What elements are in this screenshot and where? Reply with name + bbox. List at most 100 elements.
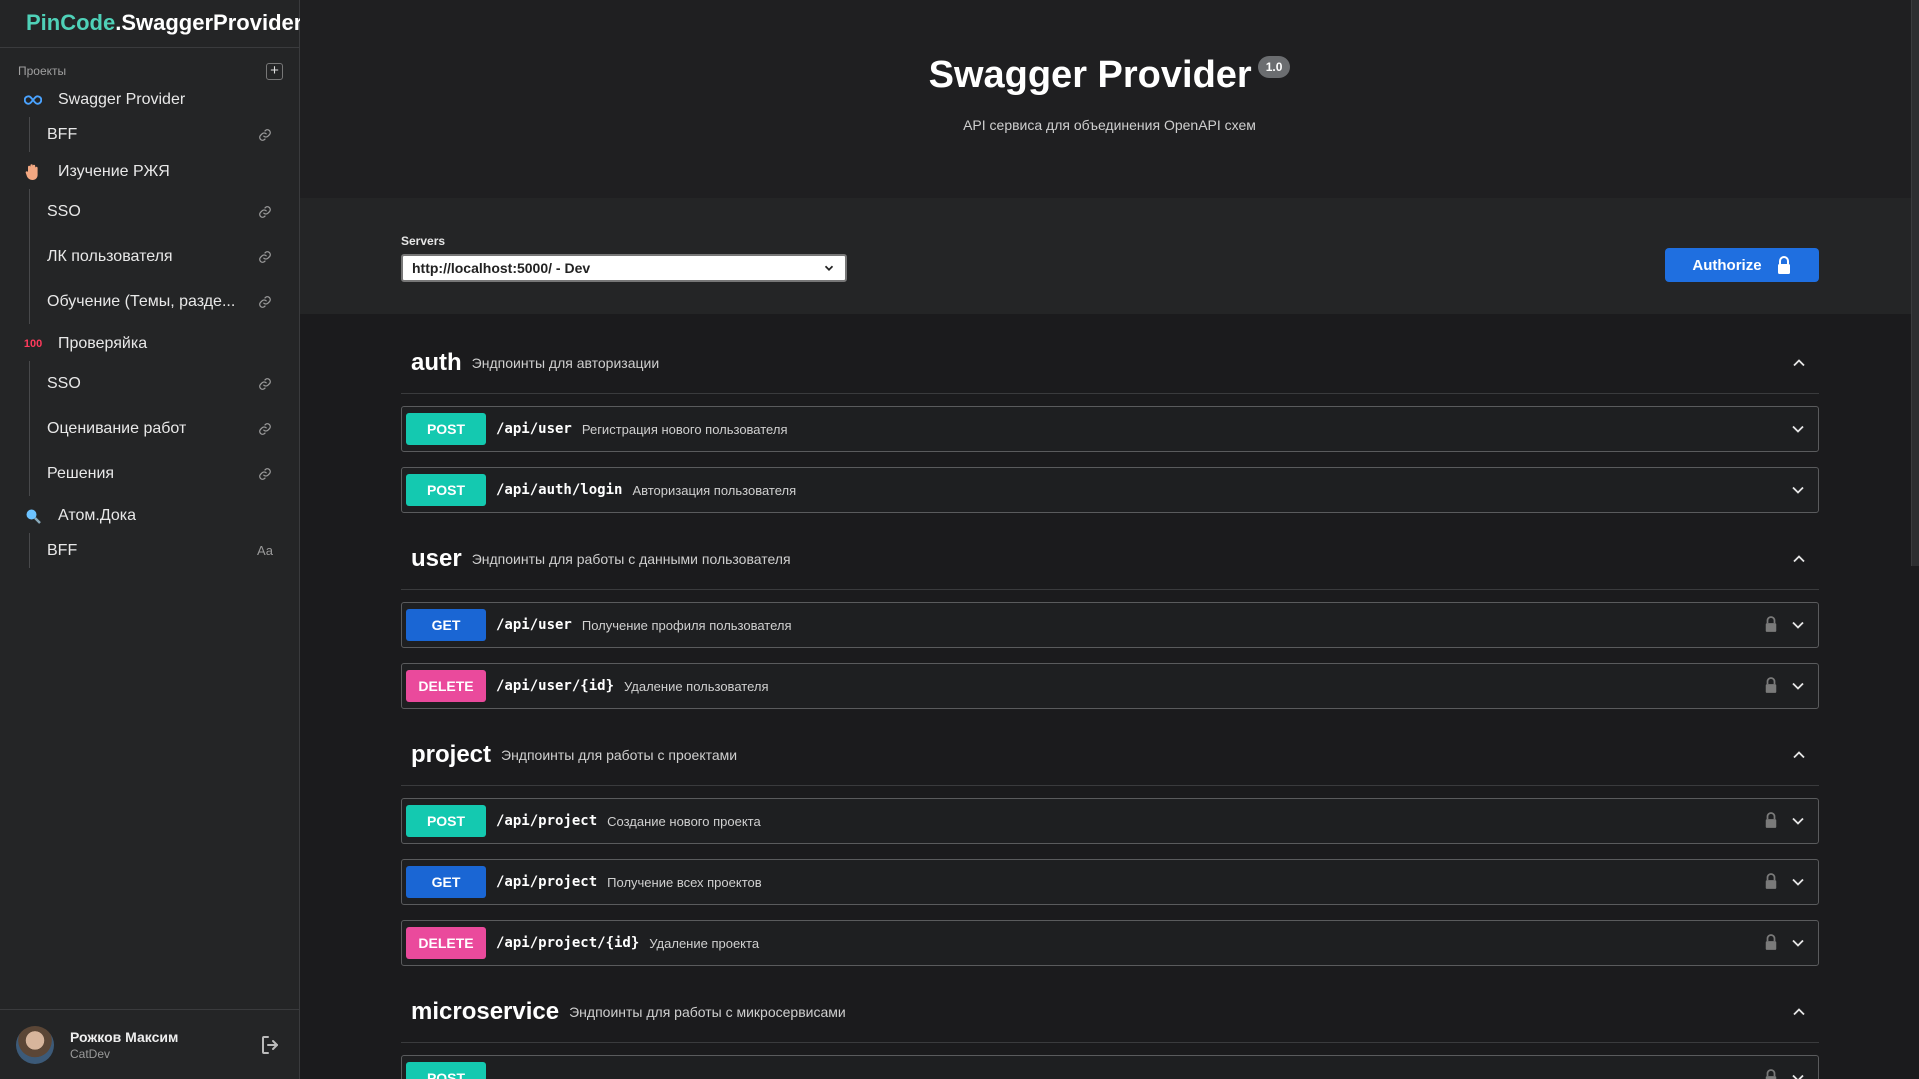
link-icon[interactable] [257, 204, 273, 220]
project-child-item[interactable]: BFF Aa [30, 533, 299, 568]
tag-header-auth[interactable]: auth Эндпоинты для авторизации [401, 332, 1819, 394]
operation-summary: Получение профиля пользователя [581, 617, 792, 633]
sidebar: PinCode.SwaggerProvider Проекты + Swagge… [0, 0, 302, 1079]
user-name: Рожков Максим [70, 1028, 179, 1045]
project-item[interactable]: 100 Проверяйка [0, 326, 299, 361]
operation-summary: Получение всех проектов [607, 874, 762, 890]
operation-controls [1788, 480, 1814, 500]
operation-path: /api/user [496, 617, 572, 633]
chevron-down-icon[interactable] [1788, 419, 1808, 439]
lock-icon[interactable] [1764, 873, 1780, 891]
project-child-item[interactable]: BFF [30, 117, 299, 152]
project-child-item[interactable]: Оценивание работ [30, 406, 299, 451]
version-badge: 1.0 [1257, 56, 1291, 78]
project-child-item[interactable]: SSO [30, 189, 299, 234]
chevron-down-icon[interactable] [1788, 615, 1808, 635]
chevron-up-icon[interactable] [1789, 1002, 1809, 1022]
project-item[interactable]: Атом.Дока [0, 498, 299, 533]
link-icon[interactable] [257, 249, 273, 265]
lock-icon[interactable] [1764, 677, 1780, 695]
link-icon[interactable] [257, 376, 273, 392]
logout-icon[interactable] [259, 1033, 283, 1057]
operation-path: /api/project [496, 874, 598, 890]
project-children: BFF Aa [29, 533, 299, 568]
tag-header-project[interactable]: project Эндпоинты для работы с проектами [401, 724, 1819, 786]
project-item[interactable]: Изучение РЖЯ [0, 154, 299, 189]
method-badge: POST [406, 474, 486, 506]
operation-row[interactable]: GET/api/project Получение всех проектов [401, 859, 1819, 905]
authorize-label: Authorize [1692, 256, 1762, 274]
project-child-item[interactable]: Решения [30, 451, 299, 496]
lock-icon[interactable] [1764, 934, 1780, 952]
operation-row[interactable]: POST/api/auth/login Авторизация пользоват… [401, 467, 1819, 513]
servers-bar: Servers http://localhost:5000/ - Dev Aut… [300, 198, 1919, 314]
tag-header-user[interactable]: user Эндпоинты для работы с данными польз… [401, 528, 1819, 590]
tag-header-microservice[interactable]: microservice Эндпоинты для работы с микро… [401, 981, 1819, 1043]
method-badge: GET [406, 866, 486, 898]
tag-description: Эндпоинты для работы с данными пользоват… [471, 550, 791, 567]
main-content: Swagger Provider 1.0 API сервиса для объ… [300, 0, 1919, 1079]
child-label: ЛК пользователя [47, 247, 173, 265]
method-badge: POST [406, 805, 486, 837]
operation-row[interactable]: DELETE/api/user/{id} Удаление пользовател… [401, 663, 1819, 709]
avatar[interactable] [16, 1025, 54, 1064]
magnifier-icon [24, 507, 42, 525]
chevron-down-icon[interactable] [1788, 676, 1808, 696]
operation-row[interactable]: POST/api/project Создание нового проекта [401, 798, 1819, 844]
operation-row[interactable]: DELETE/api/project/{id} Удаление проекта [401, 920, 1819, 966]
project-label: Изучение РЖЯ [58, 162, 170, 180]
chevron-down-icon[interactable] [1788, 872, 1808, 892]
infinity-icon [24, 91, 42, 109]
operation-summary: Создание нового проекта [607, 813, 761, 829]
operation-row[interactable]: POST/api/user Регистрация нового пользова… [401, 406, 1819, 452]
link-icon[interactable] [257, 294, 273, 310]
project-children: SSO ЛК пользователя Обучение (Темы, разде.… [29, 189, 299, 324]
lock-icon[interactable] [1764, 812, 1780, 830]
brand-accent: PinCode [26, 10, 116, 35]
operation-controls [1764, 872, 1814, 892]
authorize-button[interactable]: Authorize [1665, 248, 1819, 282]
font-icon[interactable]: Aa [257, 543, 273, 559]
tag-description: Эндпоинты для работы с проектами [501, 746, 738, 763]
operation-controls [1788, 419, 1814, 439]
operation-row[interactable]: GET/api/user Получение профиля пользовате… [401, 602, 1819, 648]
scrollbar[interactable] [1911, 0, 1919, 566]
child-label: BFF [47, 125, 78, 143]
operation-summary: Удаление проекта [649, 935, 760, 951]
user-footer: Рожков Максим CatDev [0, 1009, 299, 1079]
project-child-item[interactable]: Обучение (Темы, разде... [30, 279, 299, 324]
chevron-up-icon[interactable] [1789, 353, 1809, 373]
operation-row[interactable]: POST [401, 1055, 1819, 1079]
tag-name: auth [411, 348, 462, 376]
project-child-item[interactable]: SSO [30, 361, 299, 406]
operation-path: /api/user [496, 421, 572, 437]
server-selected-value: http://localhost:5000/ - Dev [412, 260, 591, 276]
projects-section-title: Проекты [18, 64, 67, 78]
project-label: Проверяйка [58, 334, 148, 352]
chevron-down-icon [824, 265, 834, 271]
chevron-up-icon[interactable] [1789, 549, 1809, 569]
tag-name: microservice [411, 997, 560, 1025]
project-child-item[interactable]: ЛК пользователя [30, 234, 299, 279]
project-item[interactable]: Swagger Provider [0, 82, 299, 117]
operation-path: /api/project/{id} [496, 935, 640, 951]
add-project-button[interactable]: + [266, 62, 283, 80]
operation-path: /api/project [496, 813, 598, 829]
chevron-up-icon[interactable] [1789, 745, 1809, 765]
method-badge: DELETE [406, 670, 486, 702]
app-brand[interactable]: PinCode.SwaggerProvider [0, 0, 302, 48]
project-children: BFF [29, 117, 299, 152]
lock-icon[interactable] [1764, 616, 1780, 634]
server-select[interactable]: http://localhost:5000/ - Dev [401, 254, 847, 282]
chevron-down-icon[interactable] [1788, 1068, 1808, 1079]
lock-icon[interactable] [1764, 1069, 1780, 1079]
chevron-down-icon[interactable] [1788, 811, 1808, 831]
link-icon[interactable] [257, 466, 273, 482]
method-badge: GET [406, 609, 486, 641]
chevron-down-icon[interactable] [1788, 933, 1808, 953]
tag-description: Эндпоинты для работы с микросервисами [569, 1003, 846, 1020]
link-icon[interactable] [257, 421, 273, 437]
link-icon[interactable] [257, 127, 273, 143]
operation-controls [1764, 1068, 1814, 1079]
chevron-down-icon[interactable] [1788, 480, 1808, 500]
